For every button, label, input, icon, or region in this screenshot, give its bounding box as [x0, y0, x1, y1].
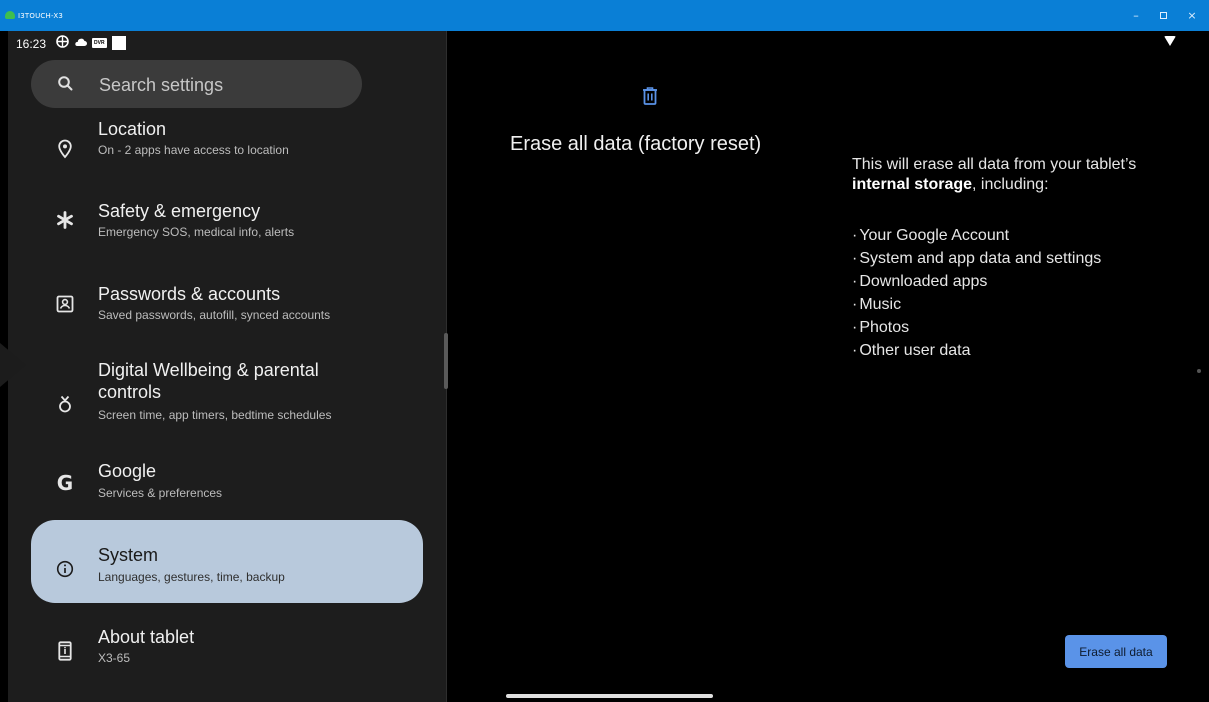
gamepad-icon — [56, 35, 69, 51]
item-subtitle: Services & preferences — [98, 486, 223, 500]
side-indicator-dot — [1197, 369, 1201, 373]
notification-square-icon — [111, 36, 126, 50]
settings-item-digital-wellbeing[interactable]: Digital Wellbeing & parental controls Sc… — [31, 355, 423, 435]
item-subtitle: Saved passwords, autofill, synced accoun… — [98, 308, 331, 322]
minimize-button[interactable]: – — [1125, 8, 1147, 24]
description-bold: internal storage — [852, 176, 973, 193]
item-title: Google — [98, 461, 157, 481]
wifi-icon — [1164, 36, 1176, 46]
item-title: Passwords & accounts — [98, 284, 281, 304]
cloud-icon — [74, 36, 87, 50]
erase-items-list: Your Google Account System and app data … — [852, 224, 1101, 362]
dvr-badge: DVR — [92, 38, 107, 48]
status-time: 16:23 — [16, 37, 47, 51]
list-item: Downloaded apps — [852, 270, 1101, 293]
erase-description: This will erase all data from your table… — [852, 155, 1172, 195]
list-item: Music — [852, 293, 1101, 316]
search-placeholder: Search settings — [99, 75, 224, 95]
list-item: System and app data and settings — [852, 247, 1101, 270]
description-suffix: , including: — [972, 176, 1049, 193]
account-box-icon — [53, 292, 77, 316]
erase-all-data-button[interactable]: Erase all data — [1065, 635, 1167, 668]
list-item: Photos — [852, 316, 1101, 339]
item-subtitle: Emergency SOS, medical info, alerts — [98, 225, 295, 239]
settings-item-google[interactable]: G Google Services & preferences — [31, 455, 423, 515]
side-panel-tab[interactable] — [0, 343, 26, 387]
settings-item-system[interactable]: System Languages, gestures, time, backup — [31, 520, 423, 603]
list-item: Other user data — [852, 339, 1101, 362]
maximize-button[interactable] — [1152, 8, 1174, 24]
android-icon — [5, 11, 15, 19]
page-title: Erase all data (factory reset) — [510, 133, 762, 155]
google-icon: G — [56, 471, 74, 495]
search-input[interactable]: Search settings — [31, 60, 362, 108]
item-title: Safety & emergency — [98, 201, 261, 221]
item-title: Digital Wellbeing & parental controls — [98, 360, 319, 402]
item-title: About tablet — [98, 627, 195, 647]
settings-item-passwords[interactable]: Passwords & accounts Saved passwords, au… — [31, 276, 423, 352]
window-title: I3TOUCH-X3 — [18, 12, 64, 20]
list-item: Your Google Account — [852, 224, 1101, 247]
item-subtitle: X3-65 — [98, 651, 131, 665]
search-icon — [58, 76, 73, 91]
window-title-bar: I3TOUCH-X3 – × — [0, 0, 1209, 31]
wellbeing-icon — [53, 392, 77, 416]
settings-item-safety[interactable]: Safety & emergency Emergency SOS, medica… — [31, 194, 423, 270]
status-icons: DVR — [56, 35, 126, 51]
location-pin-icon — [53, 137, 77, 161]
item-subtitle: On - 2 apps have access to location — [98, 143, 289, 157]
item-title: System — [98, 545, 159, 565]
item-subtitle: Languages, gestures, time, backup — [98, 570, 285, 584]
asterisk-icon — [53, 208, 77, 232]
info-icon — [53, 557, 77, 581]
trash-icon — [643, 87, 657, 105]
item-title: Location — [98, 119, 167, 139]
gesture-nav-handle[interactable] — [506, 694, 713, 698]
item-subtitle: Screen time, app timers, bedtime schedul… — [98, 408, 332, 422]
pane-resize-handle[interactable] — [444, 333, 448, 389]
tablet-icon — [53, 639, 77, 663]
maximize-icon — [1159, 12, 1167, 19]
settings-item-about-tablet[interactable]: About tablet X3-65 — [31, 617, 423, 681]
description-prefix: This will erase all data from your table… — [852, 156, 1137, 173]
settings-item-location[interactable]: Location On - 2 apps have access to loca… — [31, 112, 423, 182]
close-button[interactable]: × — [1181, 8, 1203, 24]
